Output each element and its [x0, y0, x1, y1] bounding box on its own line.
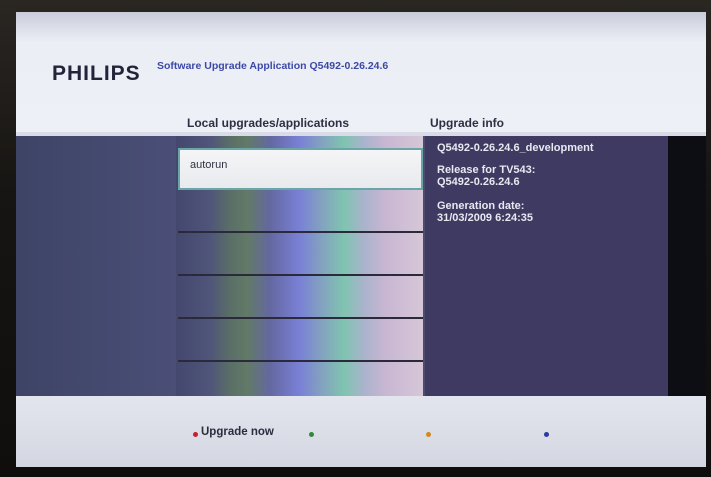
- list-item[interactable]: [178, 320, 423, 362]
- release-value: Q5492-0.26.24.6: [437, 176, 520, 188]
- list-item[interactable]: [178, 234, 423, 276]
- green-key-icon[interactable]: [309, 432, 314, 437]
- footer-bar: Upgrade now: [16, 396, 706, 467]
- philips-logo: PHILIPS: [52, 62, 141, 85]
- upgrade-list: autorun: [178, 148, 423, 396]
- list-item[interactable]: [178, 277, 423, 319]
- content-area: autorun Q5492-0.26.24.6_development Rele…: [16, 136, 706, 396]
- generation-value: 31/03/2009 6:24:35: [437, 212, 534, 224]
- right-strip: [668, 136, 706, 396]
- upgrade-info-header: Upgrade info: [430, 116, 504, 130]
- app-title: Software Upgrade Application Q5492-0.26.…: [157, 60, 389, 72]
- generation-label: Generation date:: [437, 200, 525, 212]
- red-key-icon: [193, 432, 198, 437]
- list-item[interactable]: [178, 191, 423, 233]
- list-item-autorun[interactable]: autorun: [178, 148, 423, 190]
- list-item-label: autorun: [190, 159, 228, 171]
- yellow-key-icon[interactable]: [426, 432, 431, 437]
- upgrade-now-button[interactable]: Upgrade now: [201, 426, 274, 438]
- local-upgrades-header: Local upgrades/applications: [187, 116, 350, 130]
- release-label: Release for TV543:: [437, 164, 536, 176]
- blue-key-icon[interactable]: [544, 432, 549, 437]
- build-name: Q5492-0.26.24.6_development: [437, 142, 594, 154]
- left-background: [16, 136, 176, 396]
- tv-screen: PHILIPS Software Upgrade Application Q54…: [16, 12, 706, 467]
- upgrade-info-panel: Q5492-0.26.24.6_development Release for …: [425, 136, 668, 396]
- header: PHILIPS Software Upgrade Application Q54…: [16, 12, 706, 132]
